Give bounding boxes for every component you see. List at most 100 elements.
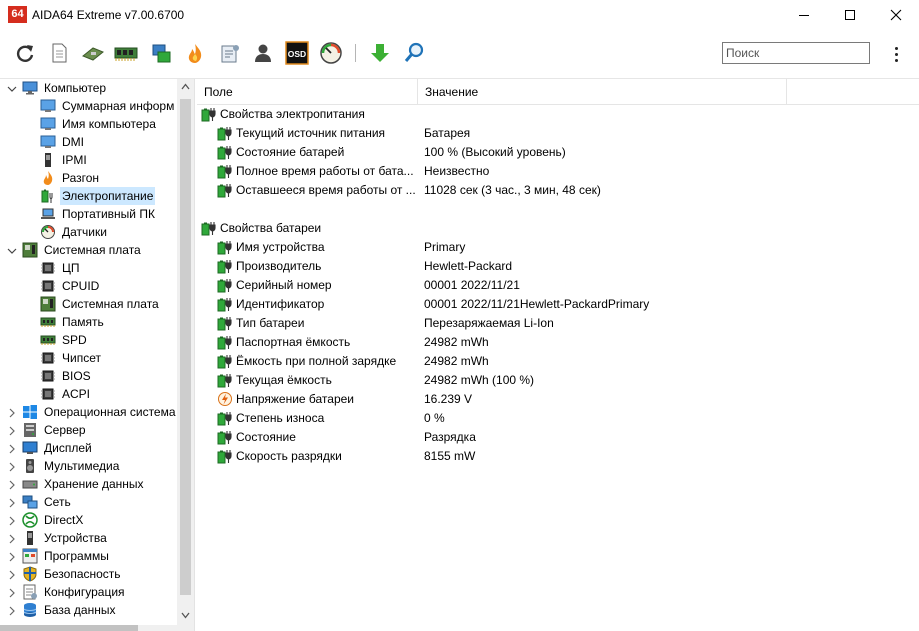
network-tool-button[interactable] [148,40,174,66]
grid-row[interactable]: Ёмкость при полной зарядке 24982 mWh [197,352,919,371]
grid-row[interactable]: Серийный номер 00001 2022/11/21 [197,276,919,295]
tree-item-monitor[interactable]: Имя компьютера [40,115,158,133]
grid-row[interactable]: Состояние батарей 100 % (Высокий уровень) [197,143,919,162]
column-header-field[interactable]: Поле [197,79,418,104]
motherboard-tool-button[interactable] [80,40,106,66]
refresh-button[interactable] [12,40,38,66]
tree-item-flame[interactable]: Разгон [40,169,101,187]
battery-plug-icon [217,277,233,293]
tree-item-programs[interactable]: Программы [22,547,111,565]
user-tool-button[interactable] [250,40,276,66]
tree-item-label: DirectX [44,513,84,527]
benchmark-tool-button[interactable] [217,40,243,66]
expand-chevron-icon[interactable] [7,533,17,544]
grid-row[interactable]: Напряжение батареи 16.239 V [197,390,919,409]
tree-horizontal-scrollbar[interactable] [0,625,194,631]
maximize-icon [845,10,855,20]
update-button[interactable] [367,40,393,66]
tree-item-chip[interactable]: ACPI [40,385,92,403]
sensor-tool-button[interactable] [318,40,344,66]
grid-group-row[interactable]: Свойства батареи [197,219,919,238]
grid-row[interactable]: Паспортная ёмкость 24982 mWh [197,333,919,352]
tree-vertical-scrollbar[interactable] [177,79,194,625]
tree-item-motherboard[interactable]: Системная плата [22,241,143,259]
device-icon [40,152,56,168]
tree-item-battery[interactable]: Электропитание [40,187,156,205]
scroll-down-icon[interactable] [181,612,190,619]
tree-item-label: Программы [44,549,109,563]
expand-chevron-icon[interactable] [7,497,17,508]
tree-item-shield[interactable]: Безопасность [22,565,123,583]
tree-item-monitor[interactable]: DMI [40,133,86,151]
tree-item-display[interactable]: Дисплей [22,439,94,457]
maximize-button[interactable] [827,0,873,30]
column-header-value[interactable]: Значение [418,79,787,104]
tree-item-database[interactable]: База данных [22,601,117,619]
tree-item-config[interactable]: Конфигурация [22,583,127,601]
tree-hscroll-thumb[interactable] [0,625,138,631]
report-button[interactable] [46,40,72,66]
tree-item-chip[interactable]: BIOS [40,367,93,385]
grid-row[interactable]: Состояние Разрядка [197,428,919,447]
grid-row[interactable]: Тип батареи Перезаряжаемая Li-Ion [197,314,919,333]
tree-item-motherboard[interactable]: Системная плата [40,295,161,313]
tree-item-network[interactable]: Сеть [22,493,73,511]
more-menu-button[interactable] [884,42,908,66]
grid-row[interactable]: Имя устройства Primary [197,238,919,257]
grid-row[interactable]: Скорость разрядки 8155 mW [197,447,919,466]
navigation-tree: Компьютер Суммарная информ Имя компьютера D… [0,79,177,625]
tree-item-device[interactable]: IPMI [40,151,89,169]
grid-row[interactable]: Идентификатор 00001 2022/11/21Hewlett-Pac… [197,295,919,314]
scroll-up-icon[interactable] [181,83,190,90]
expand-chevron-icon[interactable] [7,569,17,580]
expand-chevron-icon[interactable] [7,407,17,418]
tree-item-memory[interactable]: SPD [40,331,89,349]
tree-item-label: Память [62,315,104,329]
tree-item-speaker[interactable]: Мультимедиа [22,457,121,475]
find-button[interactable] [401,40,427,66]
tree-item-laptop[interactable]: Портативный ПК [40,205,157,223]
grid-row[interactable]: Производитель Hewlett-Packard [197,257,919,276]
refresh-icon [16,45,34,62]
minimize-button[interactable] [781,0,827,30]
expand-chevron-icon[interactable] [7,515,17,526]
expand-chevron-icon[interactable] [7,479,17,490]
grid-group-row[interactable]: Свойства электропитания [197,105,919,124]
grid-row[interactable]: Оставшееся время работы от ... 11028 сек … [197,181,919,200]
grid-row[interactable]: Полное время работы от бата... Неизвестно [197,162,919,181]
close-button[interactable] [873,0,919,30]
tree-scroll-thumb[interactable] [180,99,191,595]
search-input[interactable] [722,42,870,64]
field-name: Полное время работы от бата... [236,164,414,178]
collapse-chevron-icon[interactable] [7,83,17,93]
tree-item-gauge[interactable]: Датчики [40,223,109,241]
tree-item-chip[interactable]: ЦП [40,259,82,277]
tree-item-memory[interactable]: Память [40,313,106,331]
tree-item-device[interactable]: Устройства [22,529,109,547]
tree-item-windows[interactable]: Операционная система [22,403,177,421]
overclock-tool-button[interactable] [182,40,208,66]
tree-item-chip[interactable]: CPUID [40,277,101,295]
chip-icon [40,350,56,366]
grid-row[interactable]: Текущая ёмкость 24982 mWh (100 %) [197,371,919,390]
expand-chevron-icon[interactable] [7,425,17,436]
expand-chevron-icon[interactable] [7,587,17,598]
more-dots-icon [894,46,898,50]
osd-tool-button[interactable]: OSD [284,40,310,66]
grid-row[interactable]: Степень износа 0 % [197,409,919,428]
expand-chevron-icon[interactable] [7,605,17,616]
tree-item-xbox[interactable]: DirectX [22,511,85,529]
tree-item-chip[interactable]: Чипсет [40,349,103,367]
memory-tool-button[interactable] [113,40,139,66]
expand-chevron-icon[interactable] [7,443,17,454]
expand-chevron-icon[interactable] [7,461,17,472]
tree-item-computer[interactable]: Компьютер [22,79,108,97]
tree-item-server[interactable]: Сервер [22,421,88,439]
collapse-chevron-icon[interactable] [7,245,17,255]
tree-item-storage[interactable]: Хранение данных [22,475,146,493]
tree-item-monitor[interactable]: Суммарная информ [40,97,176,115]
battery-plug-icon [217,315,233,331]
expand-chevron-icon[interactable] [7,551,17,562]
grid-row[interactable]: Текущий источник питания Батарея [197,124,919,143]
gauge-icon [320,42,342,64]
